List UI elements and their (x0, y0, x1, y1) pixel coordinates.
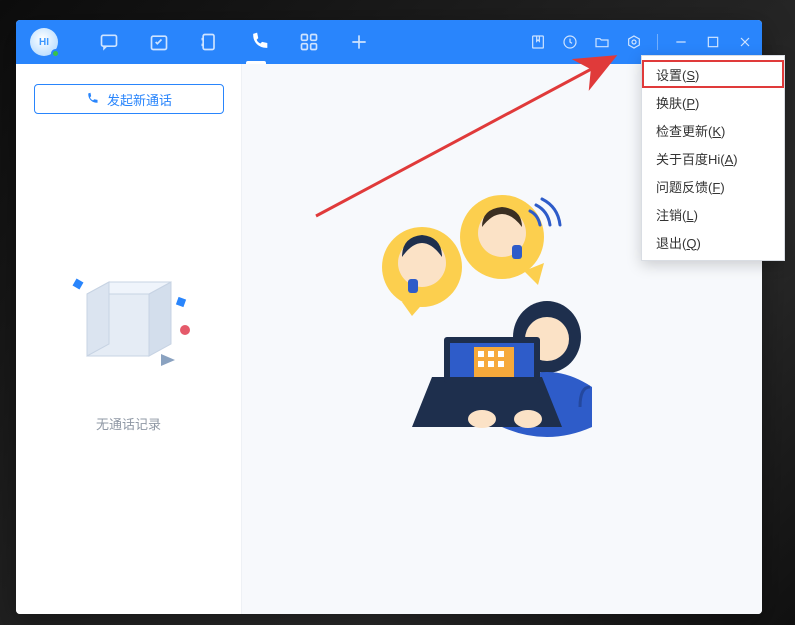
close-button[interactable] (736, 33, 754, 51)
new-call-button[interactable]: 发起新通话 (34, 84, 224, 114)
menu-item-about[interactable]: 关于百度Hi(A) (642, 144, 784, 172)
sidebar: 发起新通话 无通话记录 (16, 64, 242, 614)
call-icon[interactable] (248, 31, 270, 53)
nav-tabs: H! (98, 31, 370, 53)
divider (657, 34, 658, 50)
svg-text:H!: H! (105, 36, 113, 45)
menu-item-update[interactable]: 检查更新(K) (642, 116, 784, 144)
menu-item-label: 设置(S) (656, 65, 699, 84)
maximize-button[interactable] (704, 33, 722, 51)
menu-item-logout[interactable]: 注销(L) (642, 200, 784, 228)
titlebar-right (529, 33, 754, 51)
new-call-label: 发起新通话 (107, 90, 172, 109)
presence-indicator (51, 49, 60, 58)
avatar[interactable]: HI (30, 28, 58, 56)
history-icon[interactable] (561, 33, 579, 51)
menu-item-feedback[interactable]: 问题反馈(F) (642, 172, 784, 200)
minimize-button[interactable] (672, 33, 690, 51)
calendar-icon[interactable] (148, 31, 170, 53)
folder-icon[interactable] (593, 33, 611, 51)
bookmark-icon[interactable] (529, 33, 547, 51)
apps-icon[interactable] (298, 31, 320, 53)
menu-item-label: 问题反馈(F) (656, 177, 725, 196)
menu-item-label: 检查更新(K) (656, 121, 725, 140)
settings-menu: 设置(S) 换肤(P) 检查更新(K) 关于百度Hi(A) 问题反馈(F) 注销… (641, 55, 785, 261)
empty-state: 无通话记录 (59, 264, 199, 433)
avatar-text: HI (39, 37, 49, 48)
empty-state-text: 无通话记录 (96, 414, 161, 433)
empty-box-illustration (59, 264, 199, 384)
menu-item-label: 关于百度Hi(A) (656, 149, 738, 168)
menu-item-settings[interactable]: 设置(S) (642, 60, 784, 88)
contacts-icon[interactable] (198, 31, 220, 53)
menu-item-label: 退出(Q) (656, 233, 701, 252)
add-icon[interactable] (348, 31, 370, 53)
call-illustration (352, 187, 652, 447)
menu-item-label: 换肤(P) (656, 93, 699, 112)
menu-item-label: 注销(L) (656, 205, 698, 224)
menu-item-exit[interactable]: 退出(Q) (642, 228, 784, 256)
menu-item-skin[interactable]: 换肤(P) (642, 88, 784, 116)
chat-icon[interactable]: H! (98, 31, 120, 53)
settings-icon[interactable] (625, 33, 643, 51)
phone-icon (85, 92, 99, 106)
